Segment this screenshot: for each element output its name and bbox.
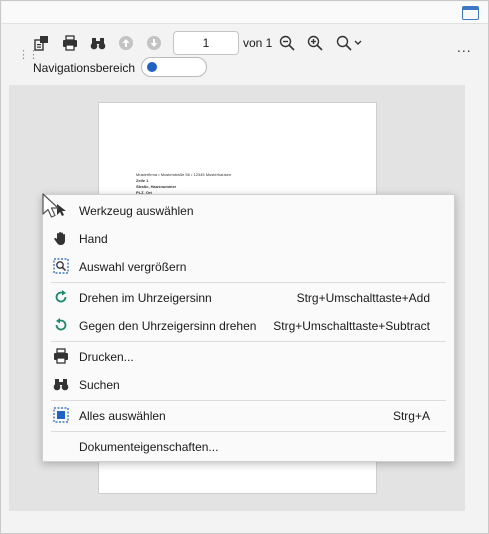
navigation-pane-toggle[interactable]: [141, 57, 207, 77]
menu-item-zoom-selection[interactable]: Auswahl vergrößern: [43, 252, 454, 280]
menu-item-label: Dokumenteigenschaften...: [79, 440, 219, 454]
page-view-icon[interactable]: [32, 33, 52, 53]
sender-line: Musterfirma • Musterstraße 56 • 12345 Mu…: [136, 172, 232, 177]
toggle-knob: [147, 62, 157, 72]
title-bar: [2, 2, 488, 24]
menu-item-label: Drucken...: [79, 350, 134, 364]
zoom-out-icon[interactable]: [277, 33, 297, 53]
zoom-selection-icon: [53, 258, 69, 274]
menu-item-label: Hand: [79, 232, 108, 246]
menu-item-select-all[interactable]: Alles auswählen Strg+A: [43, 401, 454, 429]
page-count-label: von 1: [243, 36, 273, 50]
menu-item-shortcut: Strg+Umschalttaste+Subtract: [273, 319, 430, 333]
rotate-counterclockwise-icon: [53, 317, 69, 333]
menu-item-rotate-counterclockwise[interactable]: Gegen den Uhrzeigersinn drehen Strg+Umsc…: [43, 311, 454, 339]
zoom-icon[interactable]: [334, 33, 366, 53]
sidebar-icon[interactable]: [462, 6, 479, 20]
menu-item-label: Suchen: [79, 378, 120, 392]
pdf-viewer-window: ⋮⋮ 1 von 1 ... Navigationsbereich Muster…: [0, 0, 489, 534]
menu-item-print[interactable]: Drucken...: [43, 342, 454, 370]
menu-item-label: Auswahl vergrößern: [79, 260, 187, 274]
print-icon[interactable]: [60, 33, 80, 53]
menu-item-label: Alles auswählen: [79, 409, 166, 423]
print-icon: [53, 348, 69, 364]
menu-item-label: Drehen im Uhrzeigersinn: [79, 291, 212, 305]
mouse-cursor-icon: [41, 193, 65, 221]
more-options-icon[interactable]: ...: [457, 39, 472, 55]
hand-icon: [53, 230, 69, 246]
binoculars-icon[interactable]: [88, 33, 108, 53]
page-number-input[interactable]: 1: [173, 31, 239, 55]
menu-item-hand[interactable]: Hand: [43, 224, 454, 252]
menu-item-rotate-clockwise[interactable]: Drehen im Uhrzeigersinn Strg+Umschalttas…: [43, 283, 454, 311]
menu-item-label: Werkzeug auswählen: [79, 204, 194, 218]
context-menu: Werkzeug auswählen Hand Auswahl vergröße…: [42, 194, 455, 462]
grip-handle-icon[interactable]: ⋮⋮: [18, 49, 39, 61]
toolbar: ⋮⋮ 1 von 1 ... Navigationsbereich: [2, 25, 488, 85]
menu-item-shortcut: Strg+A: [392, 409, 430, 423]
zoom-in-icon[interactable]: [305, 33, 325, 53]
menu-item-select-tool[interactable]: Werkzeug auswählen: [43, 196, 454, 224]
select-all-icon: [53, 407, 69, 423]
menu-item-shortcut: Strg+Umschalttaste+Add: [296, 291, 430, 305]
rotate-clockwise-icon: [53, 289, 69, 305]
menu-item-document-properties[interactable]: Dokumenteigenschaften...: [43, 432, 454, 460]
menu-item-search[interactable]: Suchen: [43, 370, 454, 398]
navigation-pane-label: Navigationsbereich: [33, 61, 136, 75]
arrow-down-icon[interactable]: [144, 33, 164, 53]
address-line-1: Zeile 1: [136, 178, 149, 183]
address-line-2: Straße, Hausnummer: [136, 184, 177, 189]
menu-item-label: Gegen den Uhrzeigersinn drehen: [79, 319, 257, 333]
arrow-up-icon[interactable]: [116, 33, 136, 53]
binoculars-icon: [53, 376, 69, 392]
